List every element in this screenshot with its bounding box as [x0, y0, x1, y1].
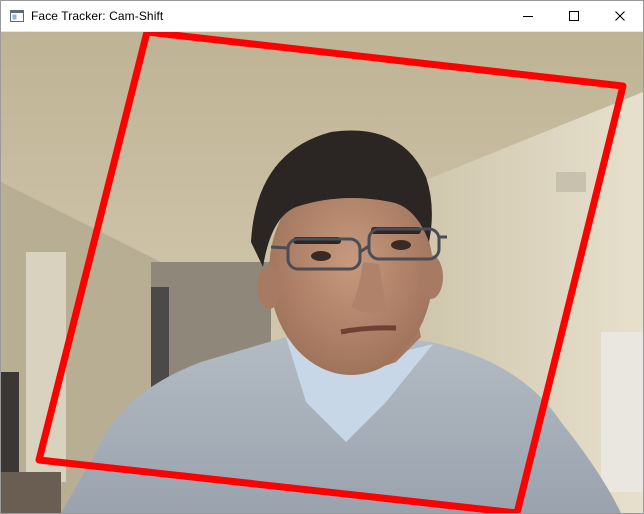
left-eye: [311, 251, 331, 261]
left-ear: [257, 265, 281, 309]
window-title: Face Tracker: Cam-Shift: [31, 9, 164, 23]
right-ear: [419, 255, 443, 299]
app-window-icon: [10, 10, 24, 22]
camera-frame: [1, 32, 643, 513]
window-controls: [505, 1, 643, 31]
left-cabinet: [1, 372, 19, 482]
smoke-detector: [556, 172, 586, 192]
minimize-button[interactable]: [505, 1, 551, 31]
close-button[interactable]: [597, 1, 643, 31]
maximize-button[interactable]: [551, 1, 597, 31]
minimize-icon: [523, 16, 533, 17]
right-window-frame: [601, 332, 643, 492]
title-bar[interactable]: Face Tracker: Cam-Shift: [1, 1, 643, 32]
maximize-icon: [569, 11, 579, 21]
left-floor: [1, 472, 61, 513]
right-eye: [391, 240, 411, 250]
close-icon: [615, 11, 625, 21]
app-window: Face Tracker: Cam-Shift: [0, 0, 644, 514]
